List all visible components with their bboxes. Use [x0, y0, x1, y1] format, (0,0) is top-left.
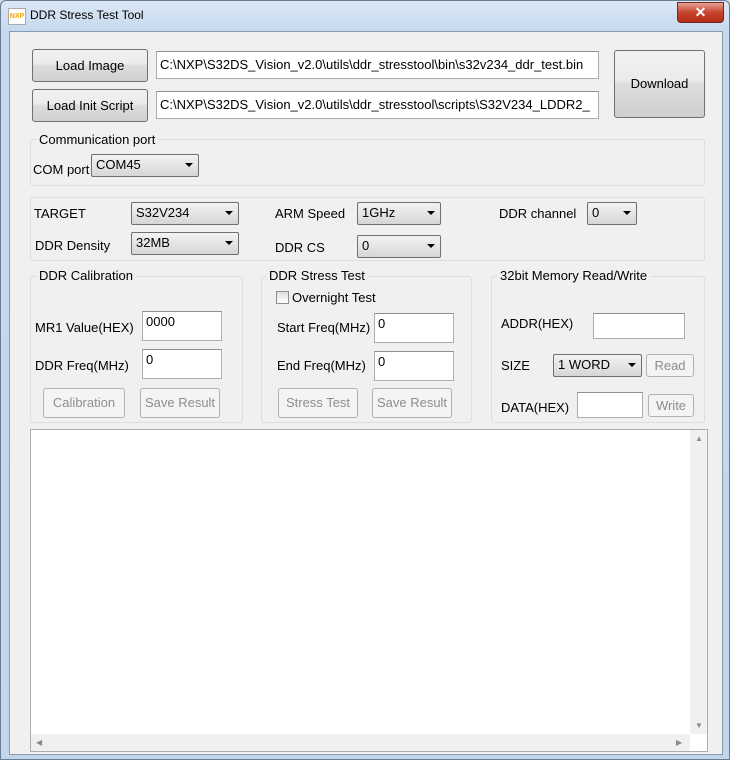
arm-speed-value: 1GHz — [362, 205, 396, 220]
main-panel: Load Image C:\NXP\S32DS_Vision_v2.0\util… — [9, 31, 723, 755]
calibration-save-result-button[interactable]: Save Result — [140, 388, 220, 418]
app-window: NXP DDR Stress Test Tool ✕ Load Image C:… — [0, 0, 730, 760]
vertical-scrollbar[interactable]: ▲ ▼ — [690, 430, 707, 734]
overnight-test-label: Overnight Test — [292, 290, 376, 305]
scroll-left-icon[interactable]: ◀ — [36, 738, 42, 748]
scroll-up-icon[interactable]: ▲ — [695, 434, 703, 444]
chevron-down-icon — [628, 363, 636, 367]
size-value: 1 WORD — [558, 357, 610, 372]
ddr-calibration-title: DDR Calibration — [36, 268, 136, 283]
chevron-down-icon — [427, 244, 435, 248]
nxp-logo-icon: NXP — [8, 8, 26, 25]
arm-speed-select[interactable]: 1GHz — [357, 202, 441, 225]
horizontal-scrollbar[interactable]: ◀ ▶ — [31, 734, 690, 751]
close-button[interactable]: ✕ — [677, 2, 724, 23]
chevron-down-icon — [185, 163, 193, 167]
calibration-button[interactable]: Calibration — [43, 388, 125, 418]
log-text — [31, 430, 707, 436]
mr1-value-label: MR1 Value(HEX) — [35, 320, 134, 335]
arm-speed-label: ARM Speed — [275, 206, 346, 221]
memory-rw-title: 32bit Memory Read/Write — [497, 268, 651, 283]
stress-save-result-button[interactable]: Save Result — [372, 388, 452, 418]
target-label: TARGET — [34, 206, 86, 221]
load-init-script-button[interactable]: Load Init Script — [32, 89, 148, 122]
com-port-label: COM port — [33, 162, 90, 177]
chevron-down-icon — [225, 211, 233, 215]
title-bar[interactable]: NXP DDR Stress Test Tool ✕ — [1, 1, 729, 31]
log-output[interactable]: ▲ ▼ ◀ ▶ — [30, 429, 708, 752]
data-label: DATA(HEX) — [501, 400, 570, 415]
end-freq-label: End Freq(MHz) — [277, 358, 366, 373]
ddr-channel-label: DDR channel — [499, 206, 577, 221]
load-image-button[interactable]: Load Image — [32, 49, 148, 82]
chevron-down-icon — [427, 211, 435, 215]
end-freq-input[interactable]: 0 — [374, 351, 454, 381]
ddr-cs-value: 0 — [362, 238, 370, 253]
download-button[interactable]: Download — [614, 50, 705, 118]
com-port-select[interactable]: COM45 — [91, 154, 199, 177]
window-title: DDR Stress Test Tool — [30, 8, 144, 22]
ddr-freq-input[interactable]: 0 — [142, 349, 222, 379]
chevron-down-icon — [225, 241, 233, 245]
target-value: S32V234 — [136, 205, 190, 220]
data-input[interactable] — [577, 392, 643, 418]
ddr-cs-select[interactable]: 0 — [357, 235, 441, 258]
ddr-channel-value: 0 — [592, 205, 600, 220]
chevron-down-icon — [623, 211, 631, 215]
ddr-freq-label: DDR Freq(MHz) — [35, 358, 129, 373]
size-select[interactable]: 1 WORD — [553, 354, 642, 377]
read-button[interactable]: Read — [646, 354, 694, 377]
overnight-test-checkbox[interactable] — [276, 291, 289, 304]
ddr-cs-label: DDR CS — [275, 240, 325, 255]
ddr-density-label: DDR Density — [35, 238, 111, 253]
addr-input[interactable] — [593, 313, 685, 339]
com-port-value: COM45 — [96, 157, 141, 172]
communication-port-title: Communication port — [36, 132, 159, 147]
script-path-field[interactable]: C:\NXP\S32DS_Vision_v2.0\utils\ddr_stres… — [156, 91, 599, 119]
stress-test-button[interactable]: Stress Test — [278, 388, 358, 418]
ddr-channel-select[interactable]: 0 — [587, 202, 637, 225]
scroll-down-icon[interactable]: ▼ — [695, 721, 703, 731]
ddr-density-select[interactable]: 32MB — [131, 232, 239, 255]
image-path-field[interactable]: C:\NXP\S32DS_Vision_v2.0\utils\ddr_stres… — [156, 51, 599, 79]
scroll-right-icon[interactable]: ▶ — [676, 738, 682, 748]
start-freq-input[interactable]: 0 — [374, 313, 454, 343]
mr1-value-input[interactable]: 0000 — [142, 311, 222, 341]
target-select[interactable]: S32V234 — [131, 202, 239, 225]
write-button[interactable]: Write — [648, 394, 694, 417]
ddr-density-value: 32MB — [136, 235, 170, 250]
addr-label: ADDR(HEX) — [501, 316, 574, 331]
size-label: SIZE — [501, 358, 530, 373]
start-freq-label: Start Freq(MHz) — [277, 320, 371, 335]
ddr-stress-test-title: DDR Stress Test — [266, 268, 368, 283]
